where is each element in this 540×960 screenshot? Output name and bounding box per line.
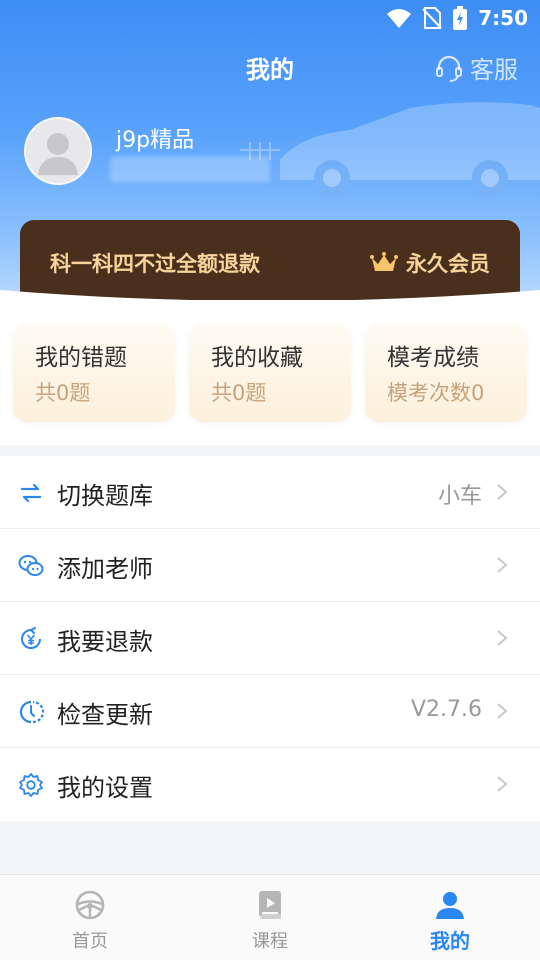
menu-label: 切换题库	[57, 482, 153, 510]
menu-value: 小车	[437, 484, 482, 509]
card-title: 模考成绩	[387, 345, 479, 371]
refund-icon	[21, 627, 41, 649]
tab-label: 课程	[252, 931, 288, 952]
steering-wheel-icon	[75, 890, 105, 920]
card-title: 我的收藏	[211, 345, 303, 371]
menu-label: 我要退款	[57, 628, 153, 656]
tab-label: 我的	[430, 929, 470, 953]
no-sim-icon	[422, 7, 442, 29]
menu-item-switch-bank[interactable]: 切换题库 小车	[0, 456, 540, 529]
tab-course[interactable]: 课程	[180, 875, 360, 960]
default-avatar-icon	[38, 133, 78, 175]
menu-label: 添加老师	[57, 555, 153, 583]
crown-icon	[370, 252, 398, 271]
avatar[interactable]	[24, 117, 92, 185]
settings-icon	[19, 773, 43, 797]
card-subtitle: 共0题	[211, 381, 267, 405]
menu-label: 检查更新	[57, 701, 153, 729]
favorites-card[interactable]: 我的收藏 共0题	[189, 324, 351, 422]
update-icon	[19, 700, 44, 724]
card-subtitle: 模考次数0	[387, 381, 485, 405]
wechat-icon	[18, 555, 44, 576]
chevron-right-icon	[497, 557, 508, 573]
wifi-icon	[387, 9, 412, 28]
vip-member-badge: 永久会员	[370, 248, 490, 278]
card-subtitle: 共0题	[35, 381, 91, 405]
mock-exam-scores-card[interactable]: 模考成绩 模考次数0	[365, 324, 527, 422]
vip-member-label: 永久会员	[406, 252, 490, 276]
chevron-right-icon	[497, 776, 508, 792]
menu-item-add-teacher[interactable]: 添加老师	[0, 529, 540, 602]
status-bar: 7:50	[0, 0, 540, 36]
customer-service-label: 客服	[470, 56, 518, 84]
switch-icon	[20, 483, 42, 503]
user-subtitle-blurred	[110, 156, 270, 182]
app-version: V2.7.6	[410, 697, 482, 722]
menu-item-settings[interactable]: 我的设置	[0, 748, 540, 821]
chevron-right-icon	[497, 703, 508, 719]
card-title: 我的错题	[35, 345, 127, 371]
profile-header: 7:50 我的 客服 j9p精品 科一科四不过全额退款 永久会员	[0, 0, 540, 300]
menu-item-refund[interactable]: 我要退款	[0, 602, 540, 675]
car-illustration	[240, 102, 540, 196]
battery-icon	[453, 6, 468, 30]
chevron-right-icon	[497, 630, 508, 646]
vip-promo-text: 科一科四不过全额退款	[50, 252, 260, 276]
stats-section: 我的错题 共0题 我的收藏 共0题 模考成绩 模考次数0	[0, 300, 540, 445]
profile-icon	[436, 892, 464, 919]
username[interactable]: j9p精品	[116, 122, 194, 154]
wrong-questions-card[interactable]: 我的错题 共0题	[13, 324, 175, 422]
tab-label: 首页	[72, 931, 108, 952]
menu-label: 我的设置	[57, 774, 153, 802]
headset-icon	[436, 55, 462, 82]
course-book-icon	[259, 891, 281, 919]
bottom-tab-bar: 首页 课程 我的	[0, 874, 540, 960]
settings-menu: 切换题库 小车 添加老师 我要退款 检查更新 V2.7.6 我的设置	[0, 456, 540, 821]
tab-home[interactable]: 首页	[0, 875, 180, 960]
chevron-right-icon	[497, 484, 508, 500]
menu-item-check-update[interactable]: 检查更新 V2.7.6	[0, 675, 540, 748]
status-time: 7:50	[478, 6, 528, 30]
customer-service-button[interactable]: 客服	[434, 50, 518, 85]
tab-profile[interactable]: 我的	[360, 875, 540, 960]
